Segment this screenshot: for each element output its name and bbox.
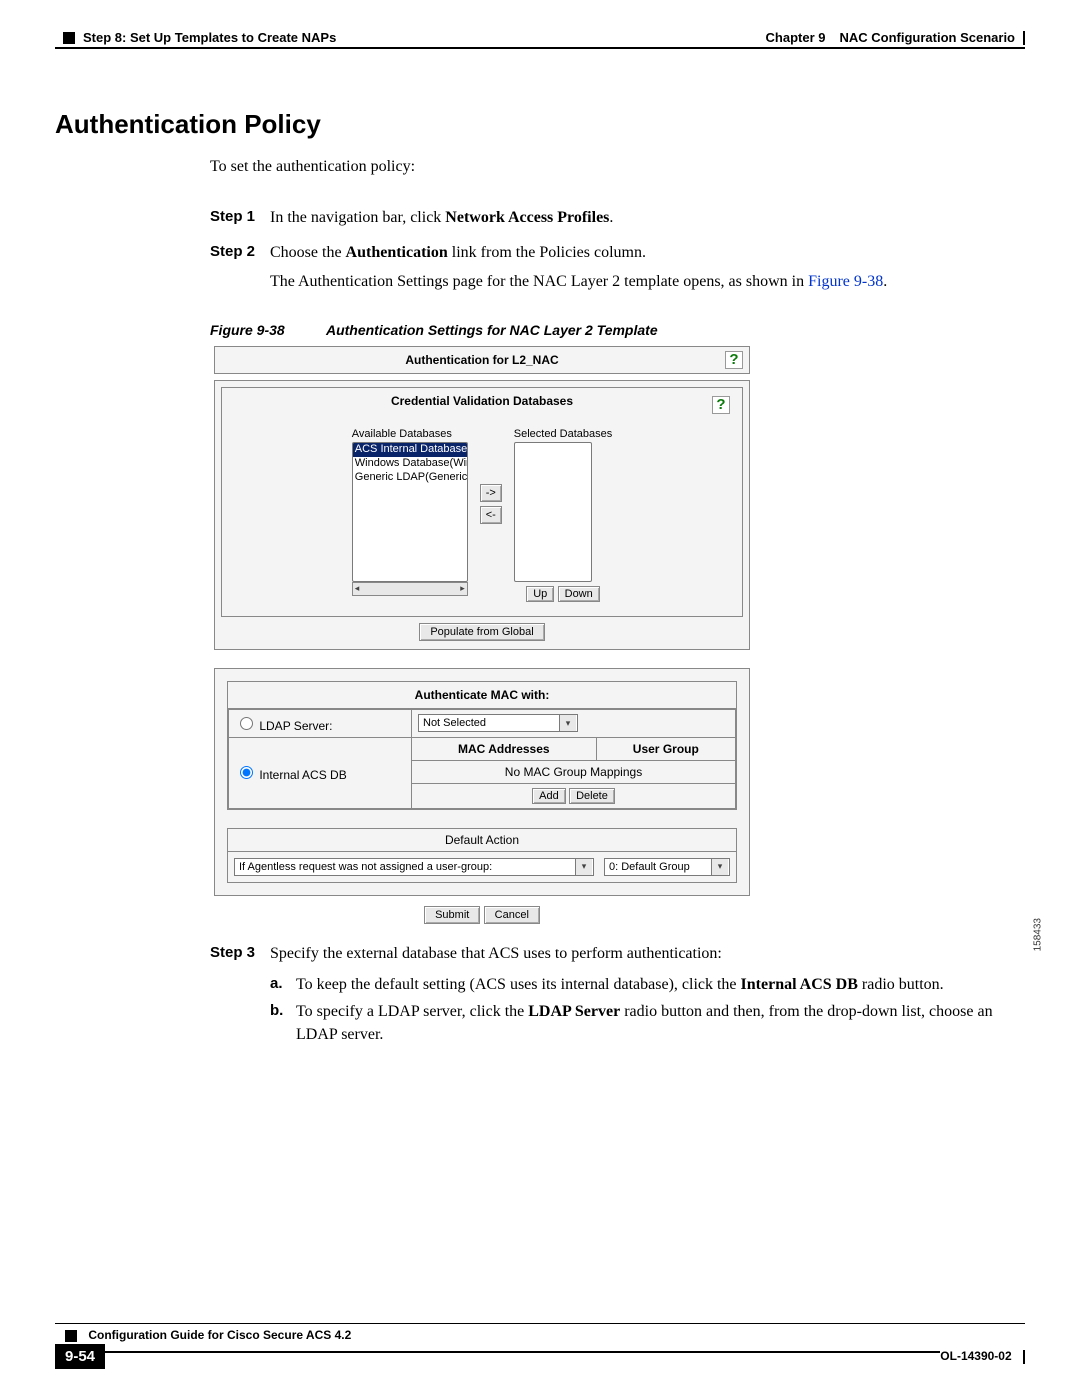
step1-content: In the navigation bar, click Network Acc… (270, 206, 1025, 229)
step3-label: Step 3 (210, 942, 270, 1047)
internal-radio-label[interactable]: Internal ACS DB (235, 768, 347, 782)
add-button[interactable]: Add (532, 788, 566, 804)
header-rule (55, 47, 1025, 49)
default-action-title: Default Action (228, 829, 736, 852)
figure-caption-text: Authentication Settings for NAC Layer 2 … (326, 322, 658, 338)
figure-label: Figure 9-38 (210, 322, 285, 338)
step3a-label: a. (270, 973, 296, 996)
selected-db-label: Selected Databases (514, 428, 612, 440)
step2-content: Choose the Authentication link from the … (270, 241, 1025, 293)
step2-l1-pre: Choose the (270, 244, 346, 261)
step1-post: . (609, 209, 613, 226)
up-button[interactable]: Up (526, 586, 554, 602)
header-rule-right (1023, 31, 1025, 45)
ldap-server-text: LDAP Server: (259, 719, 332, 733)
step3b-label: b. (270, 1000, 296, 1046)
header-chapter: Chapter 9 (766, 30, 826, 45)
internal-acs-radio[interactable] (240, 766, 253, 779)
figure-link[interactable]: Figure 9-38 (808, 273, 883, 290)
footer-rule-marker (1023, 1350, 1025, 1364)
submit-button[interactable]: Submit (424, 906, 480, 924)
step3b-pre: To specify a LDAP server, click the (296, 1003, 528, 1020)
ldap-dropdown-value: Not Selected (423, 717, 486, 729)
available-db-label: Available Databases (352, 428, 468, 440)
default-group-dropdown[interactable]: 0: Default Group (604, 858, 730, 876)
step3a-pre: To keep the default setting (ACS uses it… (296, 976, 741, 993)
internal-acs-text: Internal ACS DB (259, 768, 346, 782)
cred-title: Credential Validation Databases (391, 394, 573, 408)
db-option-ldap[interactable]: Generic LDAP(Generic LI (353, 471, 467, 485)
auth-mac-title: Authenticate MAC with: (415, 688, 550, 702)
populate-button[interactable]: Populate from Global (419, 623, 544, 641)
db-option-windows[interactable]: Windows Database(Windo (353, 457, 467, 471)
mac-addresses-header: MAC Addresses (412, 738, 596, 761)
down-button[interactable]: Down (558, 586, 600, 602)
dialog-title: Authentication for L2_NAC (405, 353, 558, 367)
move-right-button[interactable]: -> (480, 484, 502, 502)
no-mappings-text: No MAC Group Mappings (412, 760, 735, 783)
header-step-title: Step 8: Set Up Templates to Create NAPs (83, 30, 336, 45)
dialog-title-bar: Authentication for L2_NAC ? (215, 347, 749, 373)
user-group-header: User Group (596, 738, 735, 761)
selected-databases-list[interactable] (514, 442, 592, 582)
intro-text: To set the authentication policy: (210, 158, 1025, 176)
db-option-acs[interactable]: ACS Internal Database (353, 443, 467, 457)
step3b-content: To specify a LDAP server, click the LDAP… (296, 1000, 1025, 1046)
header-marker-left (63, 32, 75, 44)
footer-docnum: OL-14390-02 (940, 1349, 1011, 1363)
move-left-button[interactable]: <- (480, 506, 502, 524)
step1-label: Step 1 (210, 206, 270, 229)
ldap-radio-label[interactable]: LDAP Server: (235, 719, 333, 733)
agentless-text: If Agentless request was not assigned a … (239, 861, 492, 873)
ldap-server-dropdown[interactable]: Not Selected (418, 714, 578, 732)
header-chapter-title: NAC Configuration Scenario (839, 30, 1015, 45)
step3a-content: To keep the default setting (ACS uses it… (296, 973, 944, 996)
step3a-post: radio button. (858, 976, 944, 993)
figure-id: 158433 (1032, 918, 1043, 951)
step1-pre: In the navigation bar, click (270, 209, 445, 226)
page-number: 9-54 (55, 1344, 105, 1369)
help-icon-2[interactable]: ? (712, 396, 730, 414)
step2-l2-pre: The Authentication Settings page for the… (270, 273, 808, 290)
cancel-button[interactable]: Cancel (484, 906, 540, 924)
footer-marker (65, 1330, 77, 1342)
available-databases-list[interactable]: ACS Internal Database Windows Database(W… (352, 442, 468, 582)
section-heading: Authentication Policy (55, 109, 1025, 140)
step2-l1-post: link from the Policies column. (448, 244, 646, 261)
footer-guide-title: Configuration Guide for Cisco Secure ACS… (88, 1328, 351, 1342)
delete-button[interactable]: Delete (569, 788, 615, 804)
ldap-server-radio[interactable] (240, 717, 253, 730)
step1-bold: Network Access Profiles (445, 209, 609, 226)
step2-label: Step 2 (210, 241, 270, 293)
default-group-value: 0: Default Group (609, 861, 690, 873)
help-icon[interactable]: ? (725, 351, 743, 369)
step3-text: Specify the external database that ACS u… (270, 942, 1025, 965)
step2-l1-bold: Authentication (346, 244, 448, 261)
available-hscroll[interactable]: ◂▸ (352, 582, 468, 596)
step3b-bold: LDAP Server (528, 1003, 620, 1020)
agentless-dropdown[interactable]: If Agentless request was not assigned a … (234, 858, 594, 876)
step2-l2-post: . (883, 273, 887, 290)
step3a-bold: Internal ACS DB (741, 976, 858, 993)
